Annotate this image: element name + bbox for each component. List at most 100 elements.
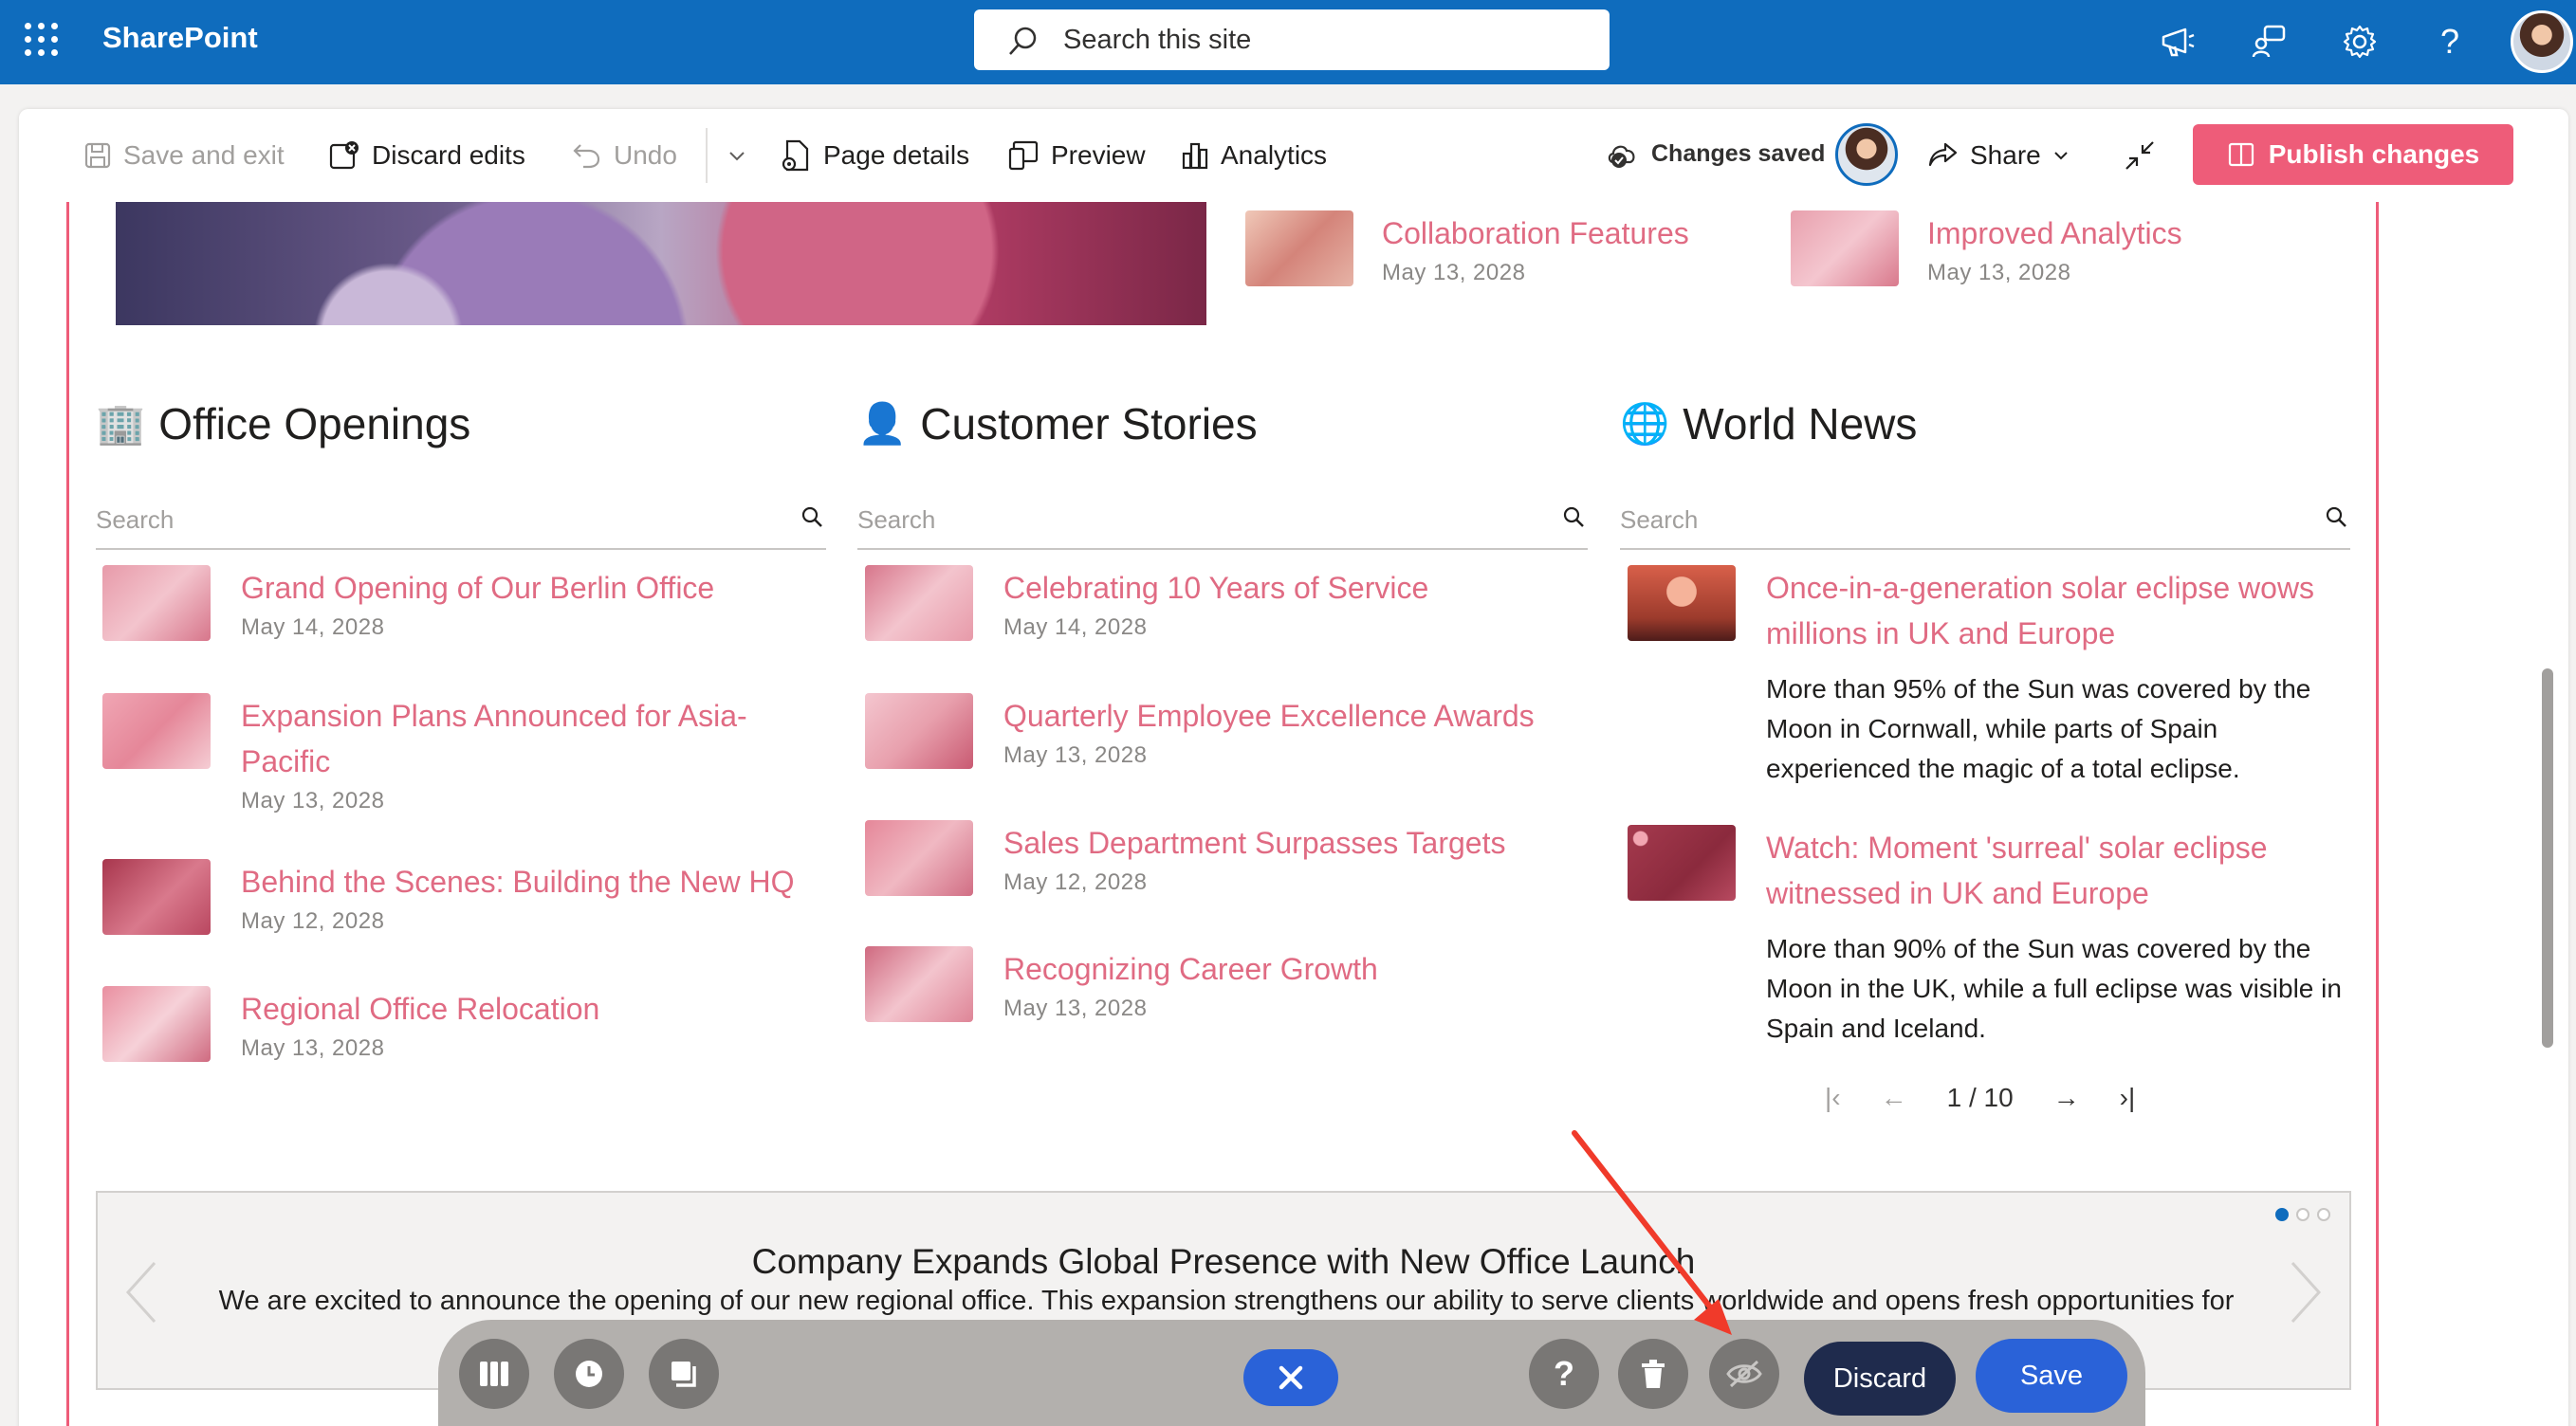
last-page-icon[interactable]: ›| xyxy=(2120,1083,2136,1113)
save-status: Changes saved xyxy=(1606,137,1825,170)
page-indicator: 1 / 10 xyxy=(1946,1083,2014,1112)
trash-icon xyxy=(1642,1360,1665,1388)
search-icon[interactable] xyxy=(800,504,824,529)
help-button[interactable]: ? xyxy=(1529,1339,1599,1409)
list-item[interactable]: Watch: Moment 'surreal' solar eclipse wi… xyxy=(1628,825,2348,1049)
list-item[interactable]: Sales Department Surpasses Targets May 12… xyxy=(865,820,1505,900)
top-news-item[interactable]: Collaboration Features May 13, 2028 xyxy=(1245,210,1689,290)
list-item[interactable]: Expansion Plans Announced for Asia-Pacif… xyxy=(102,693,833,818)
news-date: May 13, 2028 xyxy=(1927,260,2071,285)
news-title[interactable]: Expansion Plans Announced for Asia-Pacif… xyxy=(241,693,833,784)
carousel-dot[interactable] xyxy=(2296,1208,2309,1221)
news-title[interactable]: Behind the Scenes: Building the New HQ xyxy=(241,859,794,905)
site-search[interactable] xyxy=(974,9,1610,70)
news-title[interactable]: Improved Analytics xyxy=(1927,210,2182,256)
copy-button[interactable] xyxy=(649,1339,719,1409)
globe-icon: 🌐 xyxy=(1620,400,1670,446)
carousel-dot[interactable] xyxy=(2317,1208,2330,1221)
world-search-input[interactable] xyxy=(1620,501,2284,539)
list-item[interactable]: Celebrating 10 Years of Service May 14, 2… xyxy=(865,565,1428,645)
list-item[interactable]: Regional Office Relocation May 13, 2028 xyxy=(102,986,599,1066)
gear-icon[interactable] xyxy=(2339,21,2381,63)
office-search[interactable] xyxy=(96,491,826,550)
account-avatar[interactable] xyxy=(2511,10,2573,73)
news-thumbnail xyxy=(1245,210,1353,286)
scrollbar[interactable] xyxy=(2542,668,2553,1048)
office-search-input[interactable] xyxy=(96,501,760,539)
clock-icon xyxy=(576,1361,602,1387)
preview-label: Preview xyxy=(1051,140,1146,170)
news-title[interactable]: Celebrating 10 Years of Service xyxy=(1003,565,1428,611)
cloud-check-icon xyxy=(1608,145,1635,168)
news-thumbnail xyxy=(1628,825,1736,901)
preview-button[interactable]: Preview xyxy=(1007,137,1146,174)
news-date: May 12, 2028 xyxy=(1003,869,1148,895)
analytics-button[interactable]: Analytics xyxy=(1181,137,1327,174)
news-title[interactable]: Collaboration Features xyxy=(1382,210,1689,256)
news-date: May 14, 2028 xyxy=(241,614,385,640)
first-page-icon[interactable]: |‹ xyxy=(1825,1083,1841,1113)
prev-page-icon[interactable]: ← xyxy=(1881,1083,1907,1113)
book-open-icon xyxy=(2228,142,2254,167)
editor-avatar[interactable] xyxy=(1835,123,1898,186)
feedback-icon[interactable] xyxy=(2249,21,2291,63)
save-status-label: Changes saved xyxy=(1651,139,1826,167)
carousel-dots xyxy=(2275,1208,2330,1221)
close-button[interactable] xyxy=(1243,1349,1338,1406)
history-button[interactable] xyxy=(554,1339,624,1409)
news-thumbnail xyxy=(865,565,973,641)
next-page-icon[interactable]: → xyxy=(2053,1083,2080,1113)
site-search-input[interactable] xyxy=(1063,21,1575,59)
save-exit-button[interactable]: Save and exit xyxy=(83,137,285,174)
news-title[interactable]: Quarterly Employee Excellence Awards xyxy=(1003,693,1535,739)
app-launcher-icon[interactable] xyxy=(25,23,59,57)
undo-button[interactable]: Undo xyxy=(572,137,677,174)
page-details-button[interactable]: Page details xyxy=(780,137,969,174)
help-icon[interactable]: ? xyxy=(2429,21,2471,63)
news-title[interactable]: Recognizing Career Growth xyxy=(1003,946,1378,992)
save-button[interactable]: Save xyxy=(1976,1339,2127,1413)
undo-icon xyxy=(573,144,600,169)
list-item[interactable]: Recognizing Career Growth May 13, 2028 xyxy=(865,946,1378,1026)
list-item[interactable]: Grand Opening of Our Berlin Office May 14… xyxy=(102,565,714,645)
carousel-dot[interactable] xyxy=(2275,1208,2289,1221)
undo-label: Undo xyxy=(614,140,677,170)
hero-image[interactable] xyxy=(116,202,1206,325)
top-news-item[interactable]: Improved Analytics May 13, 2028 xyxy=(1791,210,2182,290)
news-title[interactable]: Once-in-a-generation solar eclipse wows … xyxy=(1766,565,2348,656)
preview-icon xyxy=(1008,140,1039,171)
list-item[interactable]: Quarterly Employee Excellence Awards May … xyxy=(865,693,1535,773)
collapse-icon xyxy=(2125,141,2154,170)
share-icon xyxy=(1928,142,1958,167)
customer-search[interactable] xyxy=(857,491,1588,550)
section-title-office-openings: 🏢 Office Openings xyxy=(96,398,470,449)
eye-off-icon xyxy=(1726,1360,1762,1388)
list-item[interactable]: Behind the Scenes: Building the New HQ Ma… xyxy=(102,859,794,939)
brand-name[interactable]: SharePoint xyxy=(102,21,258,55)
megaphone-icon[interactable] xyxy=(2158,21,2199,63)
delete-button[interactable] xyxy=(1618,1339,1688,1409)
hide-button[interactable] xyxy=(1709,1339,1779,1409)
search-icon[interactable] xyxy=(2324,504,2348,529)
share-button[interactable]: Share xyxy=(1926,137,2070,174)
collapse-button[interactable] xyxy=(2123,137,2157,174)
discard-edits-button[interactable]: Discard edits xyxy=(328,137,525,174)
news-title[interactable]: Watch: Moment 'surreal' solar eclipse wi… xyxy=(1766,825,2348,916)
customer-search-input[interactable] xyxy=(857,501,1521,539)
news-title[interactable]: Grand Opening of Our Berlin Office xyxy=(241,565,714,611)
discard-button[interactable]: Discard xyxy=(1804,1342,1956,1416)
columns-button[interactable] xyxy=(459,1339,529,1409)
search-icon[interactable] xyxy=(1561,504,1586,529)
news-title[interactable]: Sales Department Surpasses Targets xyxy=(1003,820,1505,866)
page-details-icon xyxy=(782,139,809,172)
more-options-dropdown[interactable] xyxy=(727,137,747,174)
news-description: More than 95% of the Sun was covered by … xyxy=(1766,674,2311,783)
news-thumbnail xyxy=(102,693,211,769)
publish-button[interactable]: Publish changes xyxy=(2193,124,2513,185)
list-item[interactable]: Once-in-a-generation solar eclipse wows … xyxy=(1628,565,2348,789)
section-title-text: World News xyxy=(1683,399,1918,448)
news-title[interactable]: Regional Office Relocation xyxy=(241,986,599,1032)
analytics-icon xyxy=(1182,142,1208,170)
question-icon: ? xyxy=(1554,1354,1574,1393)
world-search[interactable] xyxy=(1620,491,2350,550)
